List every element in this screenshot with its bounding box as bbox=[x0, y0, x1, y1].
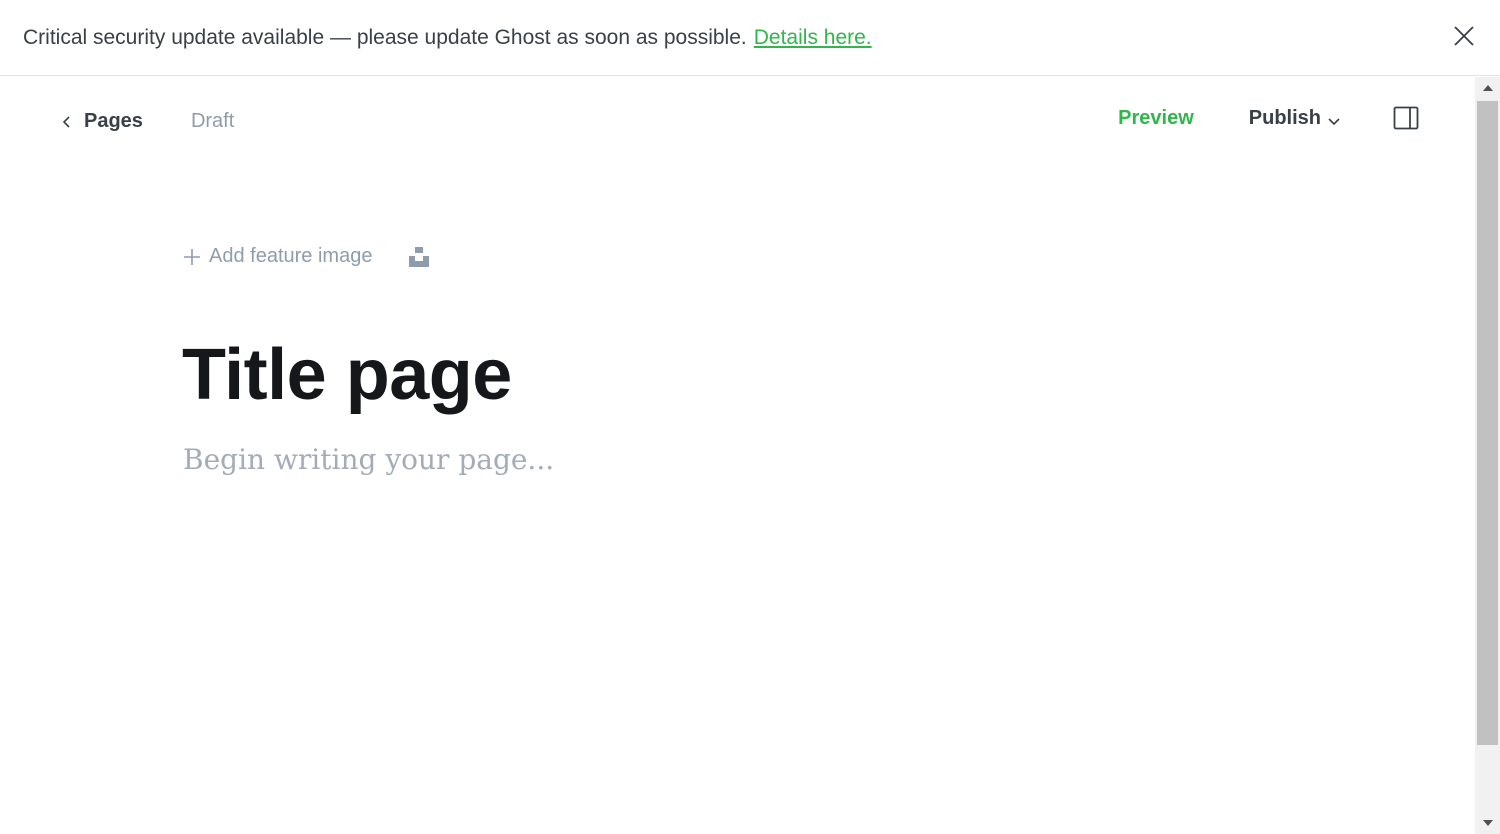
add-feature-image-label: Add feature image bbox=[209, 245, 373, 267]
close-icon[interactable] bbox=[1452, 24, 1476, 48]
chevron-down-icon bbox=[1327, 111, 1341, 126]
publish-button[interactable]: Publish bbox=[1249, 107, 1341, 130]
banner-message: Critical security update available — ple… bbox=[23, 25, 747, 49]
editor-actions: Preview Publish bbox=[1118, 106, 1419, 130]
publish-label: Publish bbox=[1248, 106, 1321, 129]
security-update-banner: Critical security update available — ple… bbox=[0, 0, 1500, 76]
plus-icon bbox=[182, 247, 202, 267]
preview-button[interactable]: Preview bbox=[1118, 107, 1194, 130]
unsplash-icon[interactable] bbox=[408, 246, 430, 268]
editor-area: Pages Draft Preview Publish Add feature … bbox=[0, 77, 1475, 834]
add-feature-image-button[interactable]: Add feature image bbox=[182, 245, 372, 268]
scroll-down-arrow-icon[interactable] bbox=[1475, 812, 1500, 834]
back-label: Pages bbox=[84, 110, 143, 132]
vertical-scrollbar[interactable] bbox=[1475, 77, 1500, 834]
sidebar-toggle-icon[interactable] bbox=[1393, 106, 1419, 130]
chevron-left-icon bbox=[60, 115, 74, 129]
feature-image-row: Add feature image bbox=[182, 245, 430, 268]
page-title-input[interactable]: Title page bbox=[182, 332, 512, 418]
post-status: Draft bbox=[190, 110, 235, 132]
editor-breadcrumb: Pages Draft bbox=[60, 110, 234, 133]
page-body-editor[interactable]: Begin writing your page... bbox=[183, 443, 554, 476]
scroll-up-arrow-icon[interactable] bbox=[1475, 77, 1500, 99]
banner-details-link[interactable]: Details here. bbox=[754, 26, 872, 50]
back-to-pages-link[interactable]: Pages bbox=[60, 110, 143, 133]
scrollbar-thumb[interactable] bbox=[1477, 101, 1498, 745]
